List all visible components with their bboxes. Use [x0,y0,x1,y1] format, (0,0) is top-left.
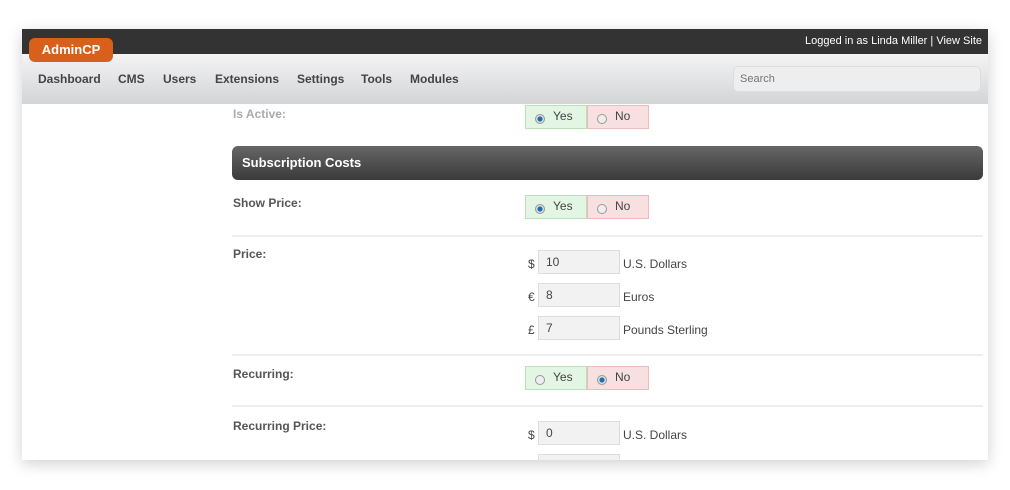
main-nav: Dashboard CMS Users Extensions Settings … [22,54,988,104]
no-label: No [615,109,631,123]
radio-icon [535,114,545,124]
show-price-no[interactable]: No [587,195,649,219]
price-gbp-input[interactable]: 7 [538,316,620,340]
recurring-price-usd-input[interactable]: 0 [538,421,620,445]
no-label: No [615,199,631,213]
nav-modules[interactable]: Modules [410,72,459,86]
divider [232,405,983,407]
section-header: Subscription Costs [232,146,983,180]
recurring-label: Recurring: [233,367,294,381]
currency-symbol: £ [528,323,535,337]
search-input[interactable] [733,66,981,92]
top-bar: Logged in as Linda Miller | View Site [22,29,988,54]
admincp-logo[interactable]: AdminCP [29,38,113,62]
recurring-no[interactable]: No [587,366,649,390]
currency-symbol: $ [528,257,535,271]
price-usd-input[interactable]: 10 [538,250,620,274]
is-active-no[interactable]: No [587,105,649,129]
currency-name: U.S. Dollars [623,428,688,442]
admin-window: Logged in as Linda Miller | View Site Ad… [22,29,988,460]
no-label: No [615,370,631,384]
currency-symbol: € [528,290,535,304]
radio-icon [597,204,607,214]
price-label: Price: [233,247,267,261]
yes-label: Yes [553,199,573,213]
radio-icon [535,375,545,385]
nav-cms[interactable]: CMS [118,72,145,86]
logged-in-text: Logged in as Linda Miller [805,35,928,47]
show-price-yes[interactable]: Yes [525,195,587,219]
recurring-price-label: Recurring Price: [233,419,327,433]
currency-name: Pounds Sterling [623,323,708,337]
recurring-price-next-input[interactable] [538,454,620,460]
currency-name: Euros [623,290,655,304]
currency-name: U.S. Dollars [623,257,688,271]
user-info: Logged in as Linda Miller | View Site [805,35,982,47]
divider [232,235,983,237]
is-active-label: Is Active: [233,107,286,121]
radio-icon [597,375,607,385]
recurring-yes[interactable]: Yes [525,366,587,390]
price-eur-input[interactable]: 8 [538,283,620,307]
nav-users[interactable]: Users [163,72,196,86]
view-site-link[interactable]: View Site [936,35,982,47]
is-active-radio: Yes No [525,105,649,129]
nav-extensions[interactable]: Extensions [215,72,279,86]
nav-dashboard[interactable]: Dashboard [38,72,101,86]
divider [232,354,983,356]
currency-symbol: $ [528,428,535,442]
show-price-label: Show Price: [233,196,302,210]
yes-label: Yes [553,109,573,123]
radio-icon [597,114,607,124]
nav-tools[interactable]: Tools [361,72,392,86]
show-price-radio: Yes No [525,195,649,219]
radio-icon [535,204,545,214]
recurring-radio: Yes No [525,366,649,390]
yes-label: Yes [553,370,573,384]
is-active-yes[interactable]: Yes [525,105,587,129]
separator: | [930,35,934,47]
nav-settings[interactable]: Settings [297,72,344,86]
